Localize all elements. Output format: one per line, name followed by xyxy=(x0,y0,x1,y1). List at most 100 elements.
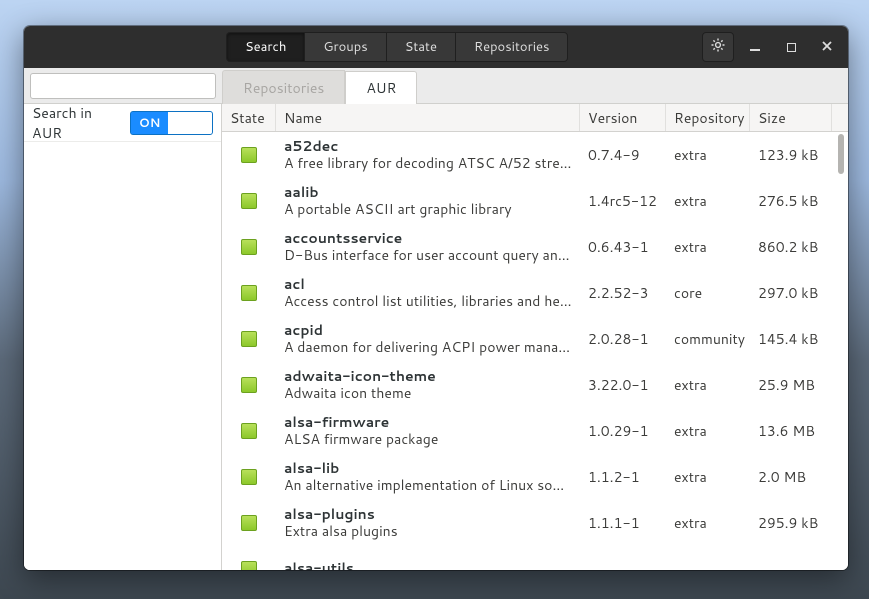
package-name: alsa-lib xyxy=(284,460,572,478)
installed-indicator-icon xyxy=(241,331,257,347)
package-version: 1.4rc5-12 xyxy=(580,191,666,211)
aur-toggle[interactable]: ON xyxy=(130,111,213,135)
installed-indicator-icon xyxy=(241,239,257,255)
installed-indicator-icon xyxy=(241,193,257,209)
search-in-aur-row: Search in AUR ON xyxy=(24,104,221,142)
package-desc: A free library for decoding ATSC A/52 st… xyxy=(284,155,572,173)
package-desc: An alternative implementation of Linux s… xyxy=(284,477,572,495)
table-row[interactable]: alsa-utils xyxy=(222,546,848,570)
package-desc: D-Bus interface for user account query a… xyxy=(284,247,572,265)
package-name: alsa-plugins xyxy=(284,506,572,524)
package-size: 860.2 kB xyxy=(750,237,832,257)
app-window: SearchGroupsStateRepositories xyxy=(24,26,848,570)
sidebar: Search in AUR ON xyxy=(24,104,222,570)
titlebar: SearchGroupsStateRepositories xyxy=(24,26,848,68)
package-version: 1.0.29-1 xyxy=(580,421,666,441)
package-repo: core xyxy=(666,283,750,303)
package-size: 276.5 kB xyxy=(750,191,832,211)
package-desc: Access control list utilities, libraries… xyxy=(284,293,572,311)
package-desc: A portable ASCII art graphic library xyxy=(284,201,572,219)
table-row[interactable]: adwaita-icon-themeAdwaita icon theme 3.22… xyxy=(222,362,848,408)
package-desc: Adwaita icon theme xyxy=(284,385,572,403)
package-version: 3.22.0-1 xyxy=(580,375,666,395)
tab-state[interactable]: State xyxy=(386,32,455,62)
installed-indicator-icon xyxy=(241,377,257,393)
package-size: 123.9 kB xyxy=(750,145,832,165)
table-row[interactable]: acpidA daemon for delivering ACPI power … xyxy=(222,316,848,362)
minimize-icon xyxy=(750,49,760,51)
table-row[interactable]: aclAccess control list utilities, librar… xyxy=(222,270,848,316)
tab-groups[interactable]: Groups xyxy=(304,32,385,62)
package-version: 0.7.4-9 xyxy=(580,145,666,165)
package-name: acpid xyxy=(284,322,572,340)
package-name: a52dec xyxy=(284,138,572,156)
col-header-state[interactable]: State xyxy=(222,104,276,131)
view-tabs: SearchGroupsStateRepositories xyxy=(226,32,568,62)
tab-search[interactable]: Search xyxy=(226,32,304,62)
table-header: State Name Version Repository Size xyxy=(222,104,848,132)
col-header-version[interactable]: Version xyxy=(580,104,666,131)
package-size: 13.6 MB xyxy=(750,421,832,441)
table-row[interactable]: alsa-libAn alternative implementation of… xyxy=(222,454,848,500)
minimize-button[interactable] xyxy=(740,32,770,62)
close-icon xyxy=(821,39,833,55)
package-repo: extra xyxy=(666,237,750,257)
package-name: alsa-utils xyxy=(284,560,572,570)
col-header-repo[interactable]: Repository xyxy=(666,104,750,131)
package-repo: extra xyxy=(666,191,750,211)
package-version: 2.2.52-3 xyxy=(580,283,666,303)
table-body: a52decA free library for decoding ATSC A… xyxy=(222,132,848,570)
col-header-name[interactable]: Name xyxy=(276,104,580,131)
gear-icon xyxy=(710,37,726,58)
search-input[interactable] xyxy=(30,73,216,99)
package-size: 145.4 kB xyxy=(750,329,832,349)
installed-indicator-icon xyxy=(241,285,257,301)
table-row[interactable]: alsa-pluginsExtra alsa plugins1.1.1-1ext… xyxy=(222,500,848,546)
installed-indicator-icon xyxy=(241,561,257,570)
installed-indicator-icon xyxy=(241,515,257,531)
installed-indicator-icon xyxy=(241,147,257,163)
search-in-aur-label: Search in AUR xyxy=(32,104,122,143)
package-desc: A daemon for delivering ACPI power manag… xyxy=(284,339,572,357)
tab-repositories[interactable]: Repositories xyxy=(455,32,569,62)
package-version: 1.1.2-1 xyxy=(580,467,666,487)
package-size: 295.9 kB xyxy=(750,513,832,533)
package-repo: extra xyxy=(666,375,750,395)
package-repo: community xyxy=(666,329,750,349)
scrollbar-thumb[interactable] xyxy=(838,134,844,174)
package-version: 1.1.1-1 xyxy=(580,513,666,533)
source-tab-aur[interactable]: AUR xyxy=(345,71,417,105)
scrollbar[interactable] xyxy=(836,134,846,568)
table-row[interactable]: alsa-firmwareALSA firmware package 1.0.29… xyxy=(222,408,848,454)
package-repo: extra xyxy=(666,145,750,165)
package-version: 2.0.28-1 xyxy=(580,329,666,349)
aur-toggle-label: ON xyxy=(131,112,168,134)
table-row[interactable]: accountsserviceD-Bus interface for user … xyxy=(222,224,848,270)
package-desc: ALSA firmware package xyxy=(284,431,572,449)
package-version: 0.6.43-1 xyxy=(580,237,666,257)
content-area: Search in AUR ON State Name Version Repo… xyxy=(24,104,848,570)
settings-button[interactable] xyxy=(702,32,734,62)
aur-toggle-knob xyxy=(168,112,212,134)
package-name: accountsservice xyxy=(284,230,572,248)
installed-indicator-icon xyxy=(241,469,257,485)
package-name: adwaita-icon-theme xyxy=(284,368,572,386)
source-tab-repositories[interactable]: Repositories xyxy=(222,70,345,104)
maximize-icon xyxy=(787,43,796,52)
toolbar: RepositoriesAUR xyxy=(24,68,848,104)
maximize-button[interactable] xyxy=(776,32,806,62)
table-row[interactable]: aalibA portable ASCII art graphic librar… xyxy=(222,178,848,224)
package-size: 2.0 MB xyxy=(750,467,832,487)
package-table: State Name Version Repository Size a52de… xyxy=(222,104,848,570)
table-row[interactable]: a52decA free library for decoding ATSC A… xyxy=(222,132,848,178)
col-header-size[interactable]: Size xyxy=(750,104,832,131)
source-tabs: RepositoriesAUR xyxy=(222,68,417,103)
installed-indicator-icon xyxy=(241,423,257,439)
package-name: alsa-firmware xyxy=(284,414,572,432)
package-size: 297.0 kB xyxy=(750,283,832,303)
package-name: acl xyxy=(284,276,572,294)
close-button[interactable] xyxy=(812,32,842,62)
package-repo: extra xyxy=(666,421,750,441)
package-repo: extra xyxy=(666,513,750,533)
package-repo: extra xyxy=(666,467,750,487)
